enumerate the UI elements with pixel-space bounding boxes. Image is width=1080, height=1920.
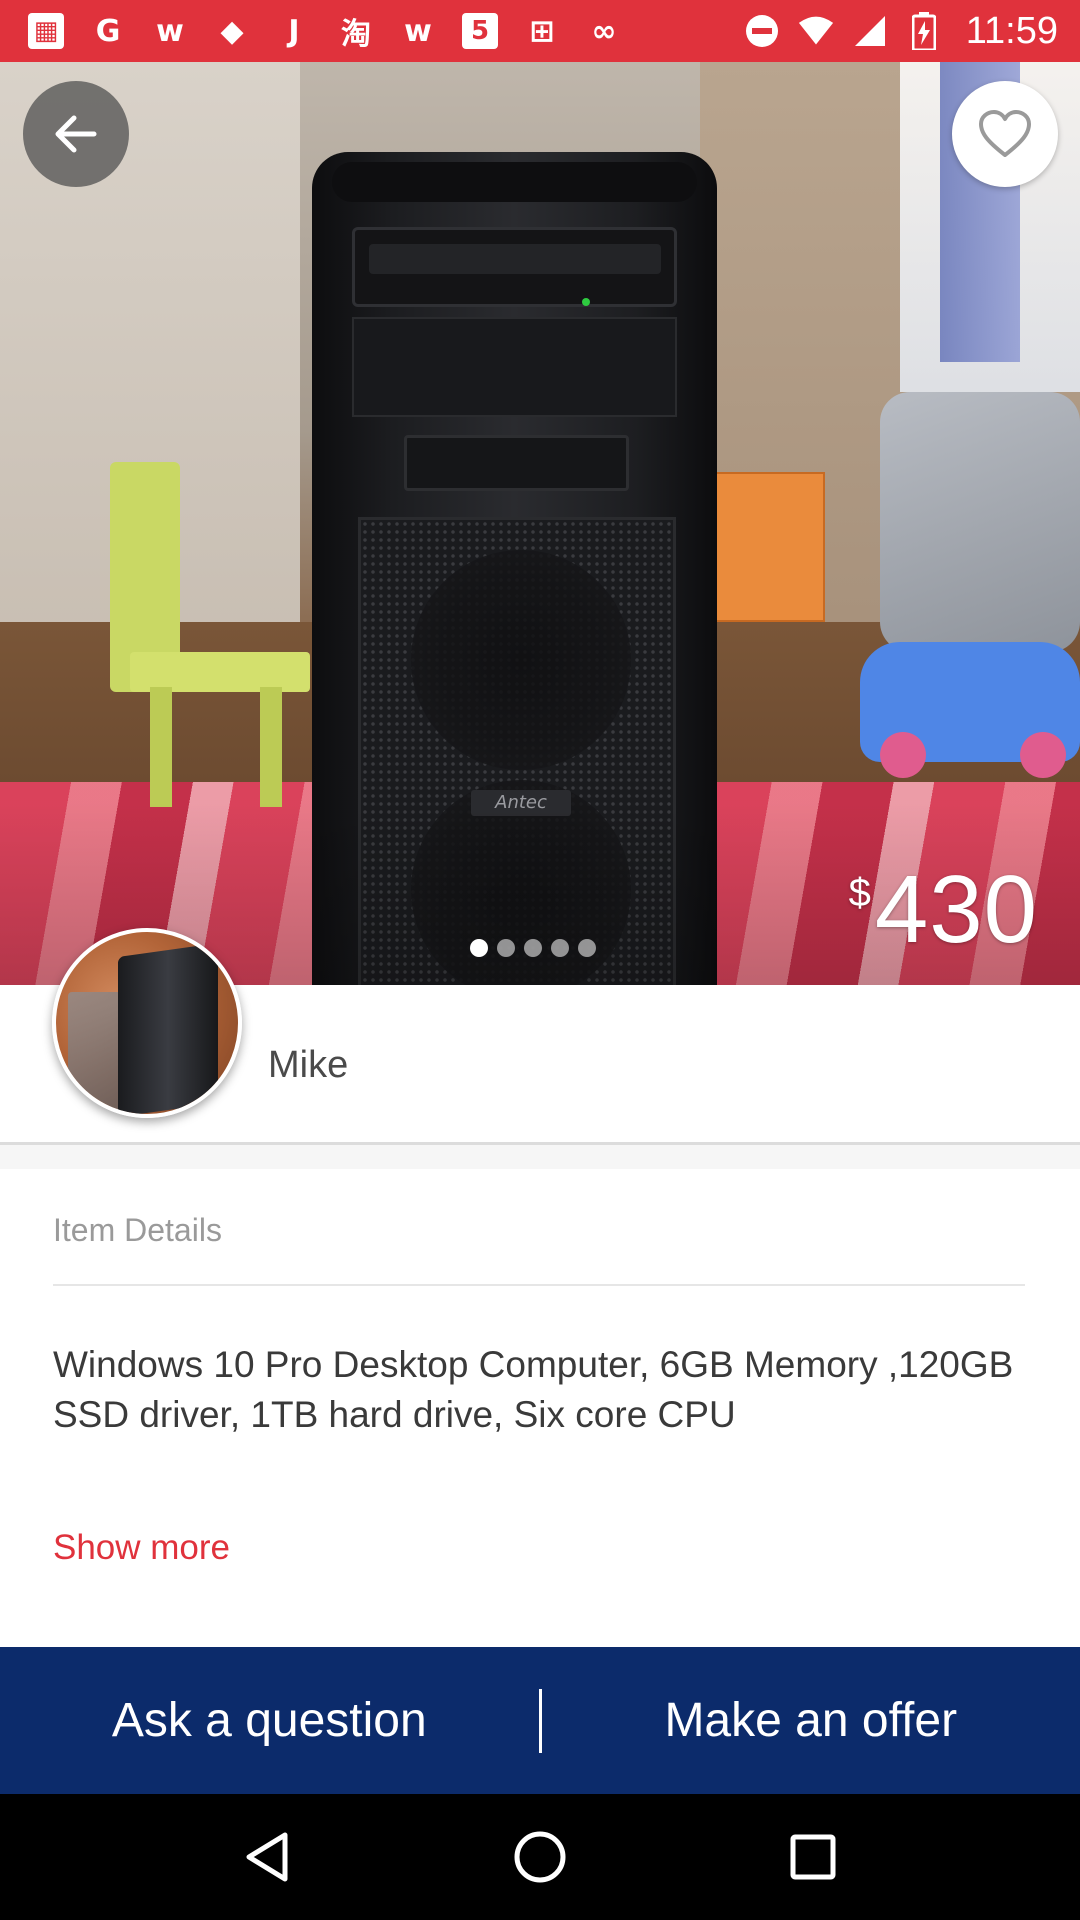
wifi-icon <box>798 13 834 49</box>
pager-dot[interactable] <box>551 939 569 957</box>
photo-bag <box>880 392 1080 652</box>
section-divider <box>0 1145 1080 1169</box>
system-icons: 11:59 <box>744 10 1058 53</box>
battery-charging-icon <box>906 12 942 50</box>
heart-icon <box>979 110 1031 157</box>
listing-photo[interactable]: Antec <box>0 62 1080 985</box>
photo-pager-dots[interactable] <box>470 939 596 957</box>
nav-home-button[interactable] <box>500 1817 580 1897</box>
do-not-disturb-icon <box>744 13 780 49</box>
pager-dot[interactable] <box>578 939 596 957</box>
back-button[interactable] <box>23 81 129 187</box>
system-nav-bar <box>0 1794 1080 1920</box>
signal-icon <box>852 13 888 49</box>
item-details-heading: Item Details <box>53 1212 222 1248</box>
square-recents-icon <box>790 1834 836 1880</box>
photo-carton <box>715 472 825 622</box>
price-label: $ 430 <box>849 855 1038 965</box>
photo-chair <box>110 462 310 807</box>
circle-home-icon <box>514 1831 566 1883</box>
price-value: 430 <box>874 856 1038 963</box>
status-time: 11:59 <box>965 9 1058 52</box>
nav-back-button[interactable] <box>227 1817 307 1897</box>
pager-dot[interactable] <box>497 939 515 957</box>
notification-icons: ▦ G w ◆ J 淘 w 5 ⊞ ∞ <box>28 13 622 52</box>
shop-icon: ◆ <box>220 13 244 49</box>
grid-app-icon: ⊞ <box>529 13 555 49</box>
taobao-icon: 淘 <box>341 17 371 52</box>
number-5-icon: 5 <box>462 13 498 49</box>
j-app-icon: J <box>288 13 300 49</box>
photo-toy <box>860 642 1080 778</box>
triangle-back-icon <box>246 1832 288 1882</box>
w-app-icon: w <box>156 13 184 49</box>
nav-recents-button[interactable] <box>773 1817 853 1897</box>
screen: ▦ G w ◆ J 淘 w 5 ⊞ ∞ 11:59 $ 430 Mike Ite… <box>0 0 1080 1920</box>
pager-dot[interactable] <box>470 939 488 957</box>
ask-question-button[interactable]: Ask a question <box>0 1647 539 1794</box>
item-description: Windows 10 Pro Desktop Computer, 6GB Mem… <box>53 1344 1014 1435</box>
action-bar: Ask a question Make an offer <box>0 1647 1080 1794</box>
calendar-icon: ▦ <box>28 13 64 49</box>
details-divider <box>53 1284 1025 1286</box>
price-currency: $ <box>848 871 871 915</box>
pager-dot[interactable] <box>524 939 542 957</box>
seller-avatar[interactable] <box>52 928 242 1118</box>
make-offer-button[interactable]: Make an offer <box>542 1647 1080 1794</box>
w-app-icon-2: w <box>404 13 432 49</box>
seller-name[interactable]: Mike <box>268 1044 348 1087</box>
arrow-left-icon <box>55 115 97 153</box>
show-more-link[interactable]: Show more <box>53 1528 230 1568</box>
link-icon: ∞ <box>591 13 617 49</box>
favorite-button[interactable] <box>952 81 1058 187</box>
status-bar: ▦ G w ◆ J 淘 w 5 ⊞ ∞ 11:59 <box>0 0 1080 62</box>
g-app-icon: G <box>95 13 121 49</box>
